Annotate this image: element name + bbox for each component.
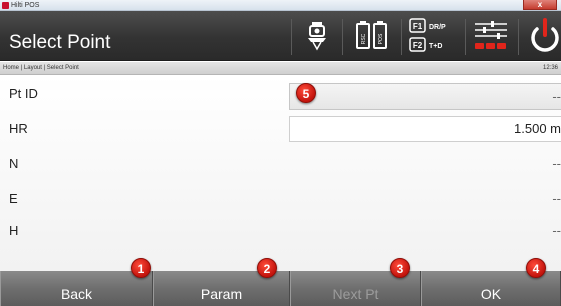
header-separator	[291, 19, 292, 55]
battery-label-pos: POS	[378, 33, 384, 44]
page-title: Select Point	[9, 32, 111, 53]
power-icon[interactable]	[527, 11, 561, 61]
header-separator	[518, 19, 519, 55]
field-label: E	[9, 191, 18, 206]
window-close-button[interactable]: x	[523, 0, 557, 10]
window-titlebar: Hilti POS x	[0, 0, 561, 11]
field-label: HR	[9, 121, 28, 136]
field-row-h: H --	[0, 217, 561, 254]
battery-label-rsc: RSC	[361, 33, 367, 44]
field-row-hr: HR 1.500 m	[0, 115, 561, 152]
softkey-bar: Back Param Next Pt OK	[0, 271, 561, 306]
settings-icon[interactable]	[472, 11, 512, 61]
field-row-pt-id: Pt ID --	[0, 80, 561, 117]
battery-icon: RSC POS	[356, 21, 387, 49]
clock: 12:36	[542, 65, 558, 71]
n-value: --	[552, 156, 561, 171]
callout-badge: 3	[390, 258, 410, 278]
window-title: Hilti POS	[11, 2, 40, 9]
field-row-n: N --	[0, 150, 561, 187]
f2-key-label: F2	[413, 41, 423, 50]
e-value: --	[552, 191, 561, 206]
f2-function-label: T+D	[429, 43, 442, 50]
field-label: Pt ID	[9, 86, 38, 101]
callout-badge: 1	[131, 258, 151, 278]
form-area: Pt ID -- HR 1.500 m N -- E -- H --	[0, 75, 561, 271]
header-separator	[342, 19, 343, 55]
breadcrumb-path: Home | Layout | Select Point	[3, 65, 79, 71]
back-button[interactable]: Back	[0, 271, 153, 306]
pt-id-field[interactable]: --	[289, 83, 561, 110]
app-icon	[2, 2, 9, 9]
callout-badge: 4	[526, 258, 546, 278]
instrument-icon[interactable]	[299, 11, 335, 61]
field-label: H	[9, 223, 19, 238]
hr-field[interactable]: 1.500 m	[289, 116, 561, 142]
h-value: --	[552, 223, 561, 238]
breadcrumb: Home | Layout | Select Point 12:36	[0, 62, 561, 75]
callout-badge: 5	[296, 83, 316, 103]
function-keys-icon[interactable]: F1 DR/P F2 T+D	[408, 11, 460, 61]
f1-key-label: F1	[413, 22, 423, 31]
f1-function-label: DR/P	[429, 24, 446, 31]
header-separator	[401, 19, 402, 55]
app-header: Select Point RSC POS F1 DR/P F2 T+D	[0, 11, 561, 61]
callout-badge: 2	[257, 258, 277, 278]
header-separator	[465, 19, 466, 55]
field-label: N	[9, 156, 19, 171]
